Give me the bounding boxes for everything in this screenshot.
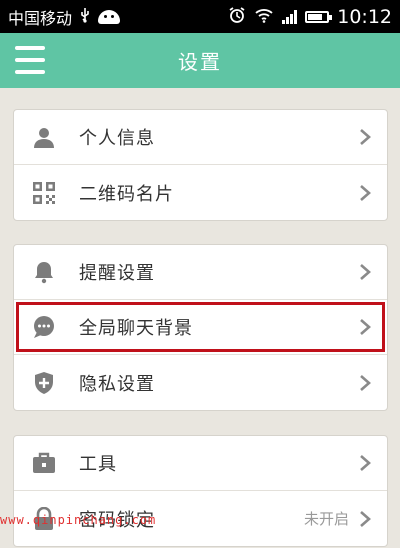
row-chat-background[interactable]: 全局聊天背景 (14, 300, 387, 355)
chevron-right-icon (360, 374, 371, 391)
watermark-text: www.qinpinchang.com (0, 513, 157, 527)
chevron-right-icon (360, 184, 371, 201)
row-label: 提醒设置 (79, 263, 155, 284)
lock-status-value: 未开启 (303, 510, 349, 528)
shield-icon (31, 370, 57, 396)
battery-icon (305, 10, 333, 23)
chevron-right-icon (360, 264, 371, 280)
row-personal-info[interactable]: 个人信息 (14, 110, 387, 165)
chevron-right-icon (360, 319, 371, 335)
settings-group-preferences: 提醒设置 全局聊天背景 隐私设置 (13, 244, 388, 411)
toolbox-icon (31, 450, 57, 476)
chevron-right-icon (360, 455, 371, 471)
highlight-frame (16, 302, 385, 352)
usb-icon (79, 7, 91, 27)
row-label: 工具 (79, 454, 117, 475)
chevron-right-icon (360, 129, 371, 145)
row-label: 二维码名片 (79, 183, 174, 205)
settings-group-account: 个人信息 二维码名片 (13, 109, 388, 221)
chevron-right-icon (360, 510, 371, 527)
row-qr-card[interactable]: 二维码名片 (14, 165, 387, 220)
row-label: 隐私设置 (79, 373, 155, 395)
row-label: 个人信息 (79, 128, 155, 149)
person-icon (31, 124, 57, 150)
status-bar: 中国移动 10:12 (0, 0, 400, 33)
row-tools[interactable]: 工具 (14, 436, 387, 491)
wifi-icon (254, 7, 274, 27)
row-label: 全局聊天背景 (79, 318, 193, 339)
qr-code-icon (31, 180, 57, 206)
signal-icon (282, 9, 298, 24)
page-title: 设置 (178, 50, 222, 74)
android-icon (98, 9, 121, 24)
bell-icon (31, 259, 57, 285)
row-reminder-settings[interactable]: 提醒设置 (14, 245, 387, 300)
clock: 10:12 (337, 5, 392, 28)
carrier-label: 中国移动 (8, 8, 73, 28)
chat-bubble-icon (31, 314, 57, 340)
menu-icon[interactable] (15, 46, 45, 74)
row-privacy-settings[interactable]: 隐私设置 (14, 355, 387, 410)
settings-group-tools: 工具 密码锁定 未开启 (13, 435, 388, 547)
alarm-icon (228, 6, 246, 28)
title-bar: 设置 (0, 33, 400, 88)
